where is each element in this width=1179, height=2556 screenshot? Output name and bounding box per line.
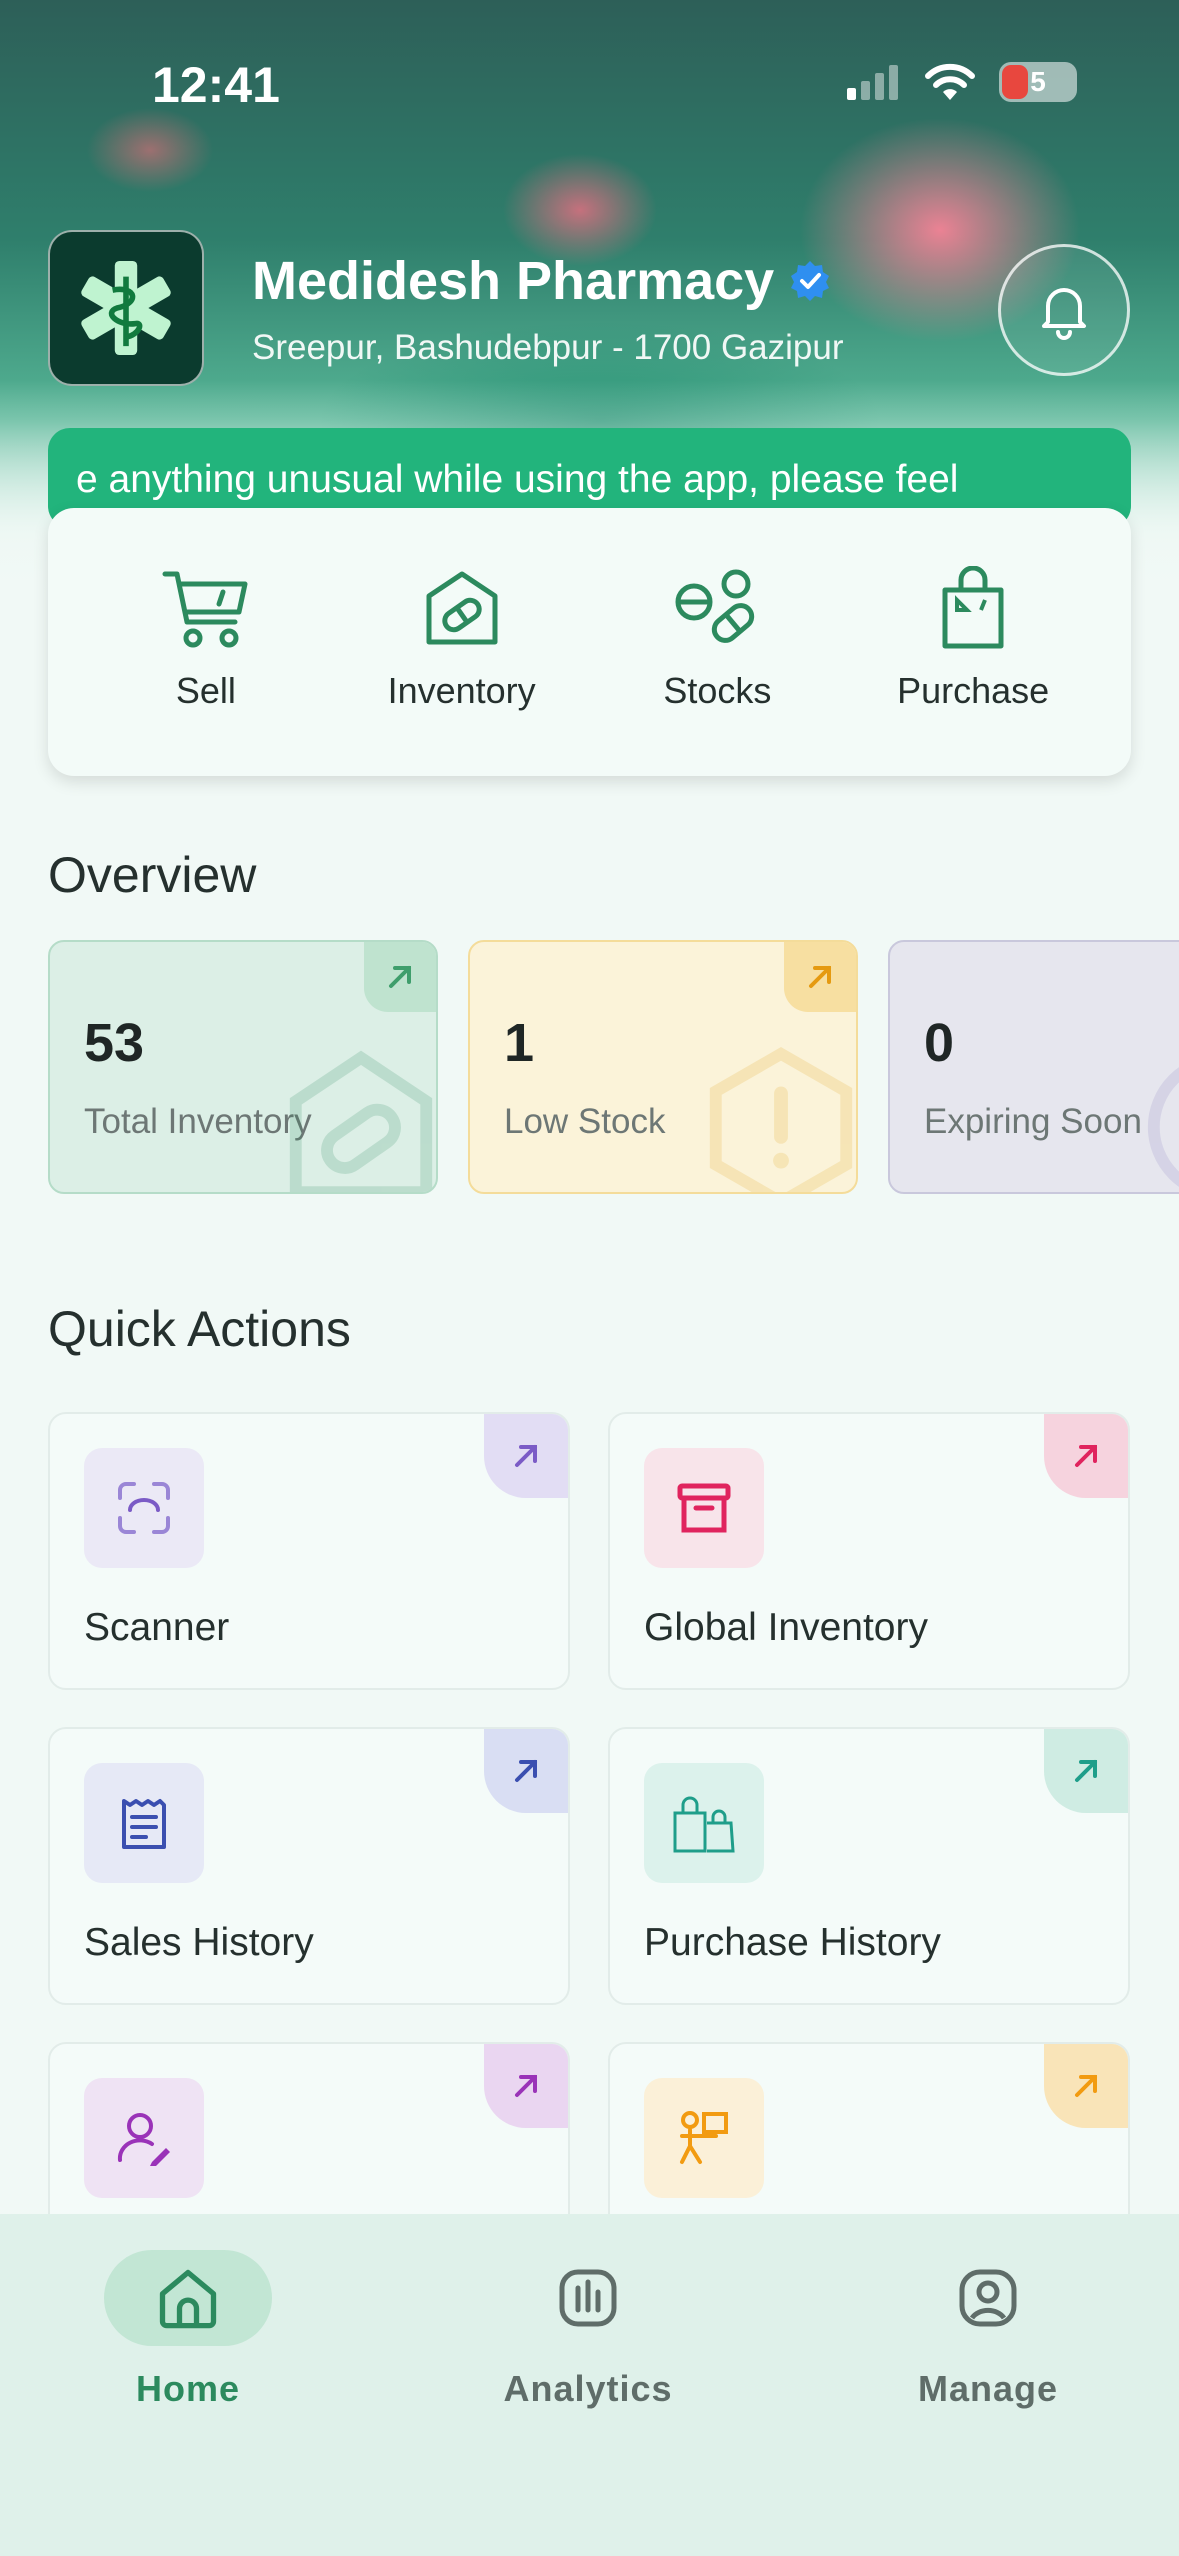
global-inventory-icon-box: [644, 1448, 764, 1568]
shop-address: Sreepur, Bashudebpur - 1700 Gazipur: [252, 328, 844, 367]
purchase-label: Purchase: [897, 670, 1050, 711]
quick-actions-title: Quick Actions: [48, 1301, 351, 1357]
medical-star-icon: [81, 260, 171, 356]
analytics-pill: [504, 2250, 672, 2346]
sell-action[interactable]: Sell: [96, 566, 316, 776]
nav-home-label: Home: [135, 2368, 241, 2409]
user-circle-icon: [959, 2269, 1017, 2327]
sales-history-card[interactable]: Sales History: [48, 1727, 570, 2005]
wifi-icon: [925, 63, 975, 100]
pill-box-watermark-icon: [289, 1050, 433, 1192]
cellular-signal-icon: [847, 65, 898, 100]
scanner-label: Scanner: [84, 1606, 230, 1649]
supplier-icon-box: [644, 2078, 764, 2198]
arrow-up-right-icon: [364, 942, 436, 1012]
pill-box-icon: [426, 571, 498, 645]
arrow-up-right-icon: [1044, 2044, 1128, 2128]
sell-label: Sell: [175, 670, 236, 711]
clock-watermark-icon: [1147, 1067, 1179, 1187]
customer-icon-box: [84, 2078, 204, 2198]
archive-box-icon: [677, 1483, 731, 1533]
sales-history-label: Sales History: [84, 1921, 314, 1964]
arrow-up-right-icon: [484, 2044, 568, 2128]
arrow-up-right-icon: [484, 1414, 568, 1498]
purchase-history-icon-box: [644, 1763, 764, 1883]
stocks-action[interactable]: Stocks: [607, 566, 827, 776]
total-inventory-card[interactable]: 53 Total Inventory: [48, 940, 438, 1194]
sales-history-icon-box: [84, 1763, 204, 1883]
purchase-history-label: Purchase History: [644, 1921, 941, 1964]
global-inventory-label: Global Inventory: [644, 1606, 928, 1649]
cart-icon: [162, 571, 248, 648]
scanner-card[interactable]: Scanner: [48, 1412, 570, 1690]
delivery-person-icon: [680, 2111, 728, 2164]
expiring-soon-card[interactable]: 0 Expiring Soon: [888, 940, 1179, 1194]
shopping-bags-icon: [673, 1796, 735, 1853]
home-pill: [104, 2250, 272, 2346]
arrow-up-right-icon: [784, 942, 856, 1012]
shopping-bag-icon: [942, 566, 1004, 649]
shop-name: Medidesh Pharmacy: [252, 251, 775, 311]
warning-hexagon-watermark-icon: [709, 1047, 853, 1192]
scan-icon: [118, 1482, 170, 1534]
nav-home[interactable]: Home: [88, 2250, 288, 2410]
purchase-action[interactable]: Purchase: [863, 566, 1083, 776]
status-icons: 5: [845, 62, 1077, 102]
pills-icon: [675, 569, 755, 643]
overview-title: Overview: [48, 847, 257, 903]
arrow-up-right-icon: [484, 1729, 568, 1813]
purchase-history-card[interactable]: Purchase History: [608, 1727, 1130, 2005]
arrow-up-right-icon: [1044, 1414, 1128, 1498]
nav-analytics[interactable]: Analytics: [488, 2250, 688, 2410]
scanner-icon-box: [84, 1448, 204, 1568]
bottom-navigation: Home Analytics Manage: [0, 2214, 1179, 2556]
user-edit-icon: [117, 2113, 170, 2166]
global-inventory-card[interactable]: Global Inventory: [608, 1412, 1130, 1690]
nav-analytics-label: Analytics: [503, 2368, 673, 2409]
receipt-icon: [122, 1799, 166, 1849]
verified-badge-icon: [791, 261, 830, 301]
manage-pill: [904, 2250, 1072, 2346]
inventory-action[interactable]: Inventory: [352, 566, 572, 776]
nav-manage[interactable]: Manage: [888, 2250, 1088, 2410]
nav-manage-label: Manage: [917, 2368, 1059, 2409]
arrow-up-right-icon: [1044, 1729, 1128, 1813]
analytics-icon: [559, 2269, 617, 2327]
low-stock-card[interactable]: 1 Low Stock: [468, 940, 858, 1194]
shop-name-row: Medidesh Pharmacy: [252, 250, 832, 312]
bell-icon: [1042, 288, 1086, 340]
battery-level: 5: [1030, 66, 1046, 97]
notifications-button[interactable]: [998, 244, 1130, 376]
home-icon: [159, 2269, 217, 2329]
announcement-text: e anything unusual while using the app, …: [76, 458, 959, 501]
stocks-label: Stocks: [663, 670, 772, 711]
inventory-label: Inventory: [387, 670, 536, 711]
status-time: 12:41: [152, 57, 280, 113]
main-actions-card: Sell Inventory Stocks Purchase: [48, 508, 1131, 776]
pharmacy-logo: [48, 230, 204, 386]
battery-indicator: 5: [999, 62, 1077, 102]
